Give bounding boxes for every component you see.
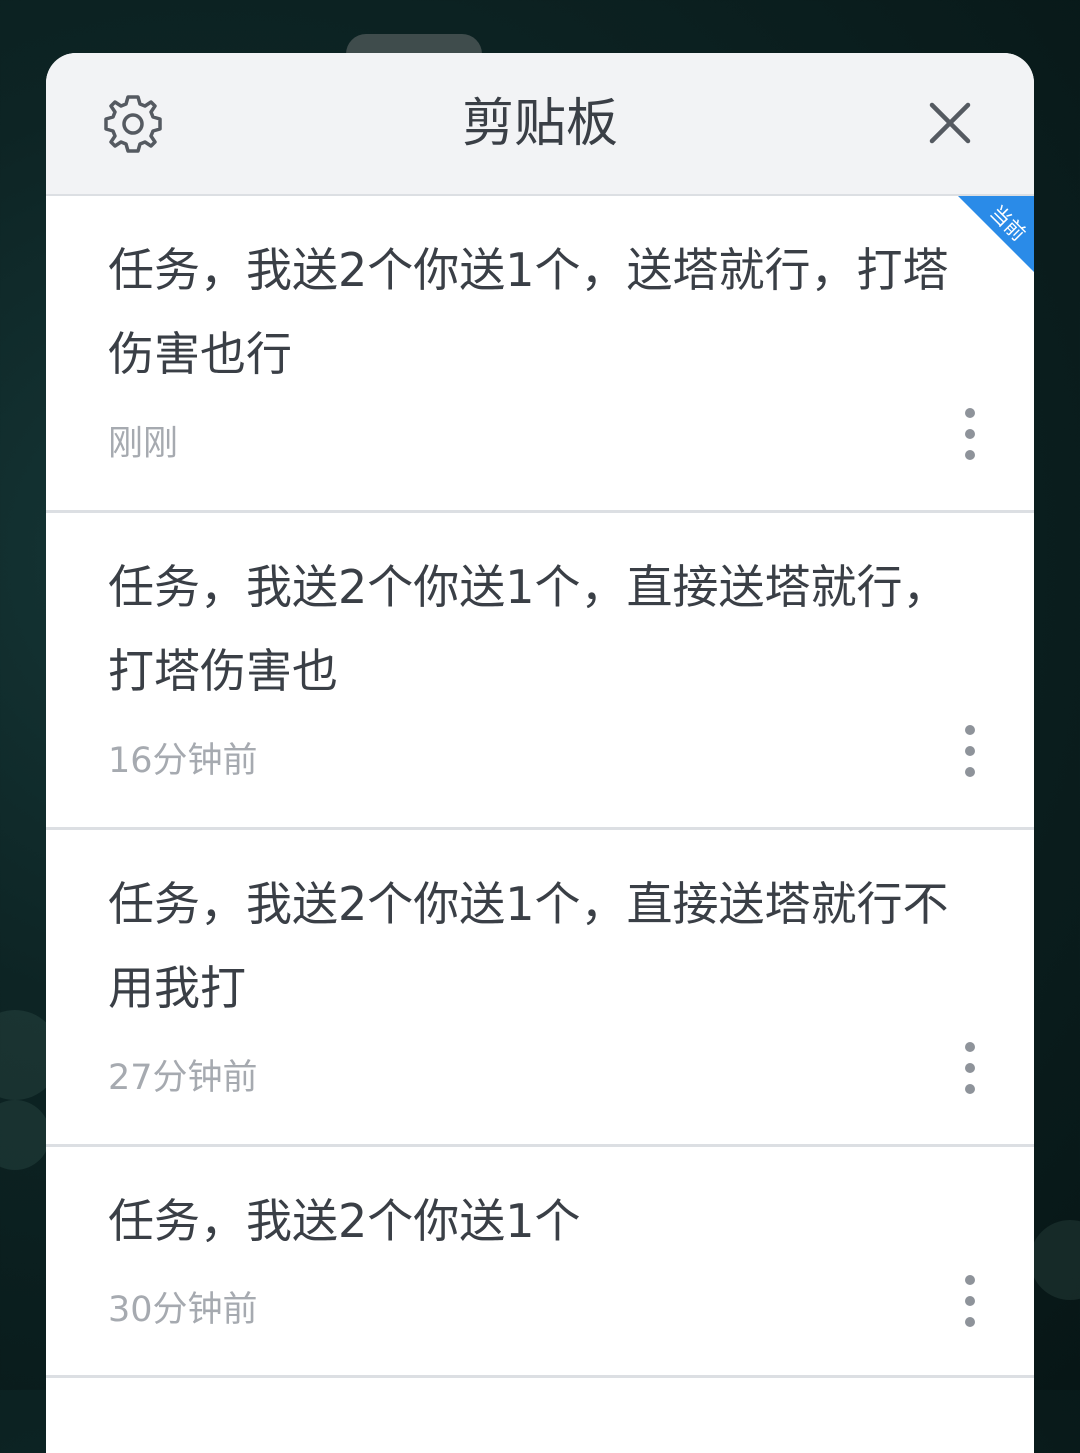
current-badge: 当前 — [958, 196, 1034, 272]
more-dot-icon — [965, 450, 975, 460]
more-dot-icon — [965, 429, 975, 439]
clipboard-item-time: 30分钟前 — [108, 1290, 258, 1330]
clipboard-item-text: 任务，我送2个你送1个 — [108, 1194, 581, 1248]
clipboard-item-text: 任务，我送2个你送1个，送塔就行，打塔伤害也行 — [108, 243, 949, 381]
clipboard-item[interactable]: 任务，我送2个你送1个，直接送塔就行，打塔伤害也 16分钟前 — [46, 513, 1034, 830]
more-dot-icon — [965, 408, 975, 418]
more-options-button[interactable] — [952, 725, 988, 777]
more-dot-icon — [965, 1063, 975, 1073]
background-bokeh — [1030, 1220, 1080, 1300]
close-icon — [929, 102, 971, 144]
clipboard-item-time: 刚刚 — [108, 424, 179, 464]
more-dot-icon — [965, 767, 975, 777]
more-options-button[interactable] — [952, 1275, 988, 1327]
more-dot-icon — [965, 1317, 975, 1327]
clipboard-item[interactable]: 任务，我送2个你送1个 30分钟前 — [46, 1147, 1034, 1378]
more-options-button[interactable] — [952, 408, 988, 460]
more-dot-icon — [965, 746, 975, 756]
background-bokeh — [0, 1100, 50, 1170]
close-button[interactable] — [926, 99, 974, 147]
clipboard-panel: 剪贴板 任务，我送2个你送1个，送塔就行，打塔伤害也行 刚刚 当前 任务，我送2… — [46, 53, 1034, 1453]
clipboard-header: 剪贴板 — [46, 53, 1034, 196]
more-dot-icon — [965, 1275, 975, 1285]
more-dot-icon — [965, 725, 975, 735]
clipboard-item-time: 27分钟前 — [108, 1058, 258, 1098]
more-options-button[interactable] — [952, 1042, 988, 1094]
page-title: 剪贴板 — [461, 94, 618, 154]
more-dot-icon — [965, 1084, 975, 1094]
clipboard-item-text: 任务，我送2个你送1个，直接送塔就行不用我打 — [108, 877, 949, 1015]
more-dot-icon — [965, 1296, 975, 1306]
clipboard-item[interactable]: 任务，我送2个你送1个，直接送塔就行不用我打 27分钟前 — [46, 830, 1034, 1147]
clipboard-item[interactable]: 任务，我送2个你送1个，送塔就行，打塔伤害也行 刚刚 当前 — [46, 196, 1034, 513]
more-dot-icon — [965, 1042, 975, 1052]
clipboard-item-text: 任务，我送2个你送1个，直接送塔就行，打塔伤害也 — [108, 560, 949, 698]
clipboard-item-time: 16分钟前 — [108, 741, 258, 781]
